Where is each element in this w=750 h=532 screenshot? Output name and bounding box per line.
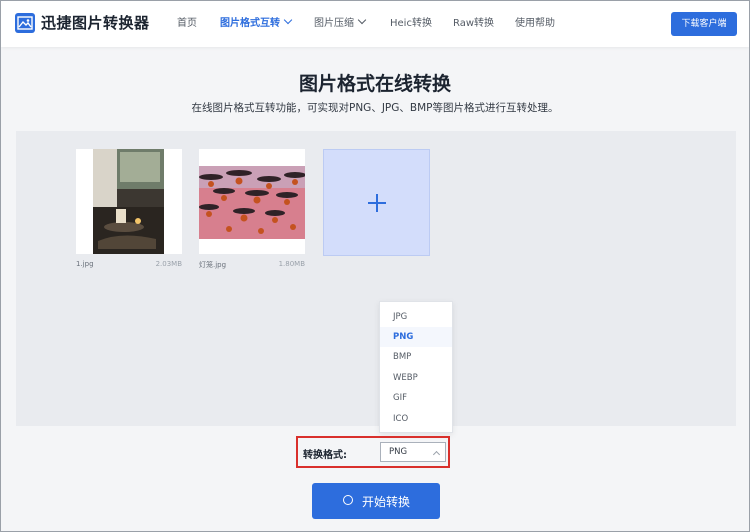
chevron-up-icon (432, 450, 441, 459)
lantern-photo-image (199, 166, 306, 239)
format-option-ico[interactable]: ICO (380, 409, 452, 429)
nav-raw[interactable]: Raw转换 (453, 1, 494, 47)
chevron-down-icon (283, 15, 293, 25)
format-select[interactable]: PNG (380, 442, 446, 462)
file-size-1: 2.03MB (155, 260, 182, 268)
format-option-jpg[interactable]: JPG (380, 307, 452, 327)
brand-name[interactable]: 迅捷图片转换器 (41, 12, 150, 33)
format-dropdown-menu: JPG PNG BMP WEBP GIF ICO (379, 301, 453, 433)
format-option-png[interactable]: PNG (380, 327, 452, 347)
format-option-webp[interactable]: WEBP (380, 368, 452, 388)
nav-help[interactable]: 使用帮助 (515, 1, 555, 47)
add-image-button[interactable] (323, 149, 430, 256)
file-name-1: 1.jpg (76, 260, 94, 268)
nav-heic[interactable]: Heic转换 (390, 1, 432, 47)
logo-icon[interactable] (15, 13, 35, 33)
page-title: 图片格式在线转换 (298, 73, 451, 95)
start-convert-button[interactable]: 开始转换 (312, 483, 440, 519)
page-subtitle: 在线图片格式互转功能，可实现对PNG、JPG、BMP等图片格式进行互转处理。 (191, 102, 559, 114)
file-name-2: 灯笼.jpg (199, 261, 227, 269)
file-size-2: 1.80MB (278, 260, 305, 268)
room-photo-image (93, 149, 164, 254)
app-window: 迅捷图片转换器 首页 图片格式互转 图片压缩 Heic转换 Raw转换 使用帮助… (0, 0, 750, 532)
nav-compress[interactable]: 图片压缩 (314, 1, 367, 47)
format-option-gif[interactable]: GIF (380, 388, 452, 408)
circle-icon (343, 495, 353, 505)
start-convert-label: 开始转换 (362, 495, 411, 509)
nav-format-convert[interactable]: 图片格式互转 (220, 1, 293, 47)
format-select-row: 转换格式: PNG (296, 436, 450, 468)
nav-home[interactable]: 首页 (177, 1, 197, 47)
format-option-bmp[interactable]: BMP (380, 347, 452, 367)
file-thumbnail-2[interactable] (199, 149, 306, 254)
download-client-button[interactable]: 下载客户端 (671, 12, 737, 36)
top-navbar: 迅捷图片转换器 首页 图片格式互转 图片压缩 Heic转换 Raw转换 使用帮助… (1, 1, 749, 47)
chevron-down-icon (357, 15, 367, 25)
format-label: 转换格式: (303, 450, 347, 461)
file-thumbnail-1[interactable] (76, 149, 182, 254)
upload-area: 1.jpg 2.03MB 灯笼.jpg 1.80MB (16, 131, 736, 426)
format-selected-value: PNG (389, 447, 408, 457)
